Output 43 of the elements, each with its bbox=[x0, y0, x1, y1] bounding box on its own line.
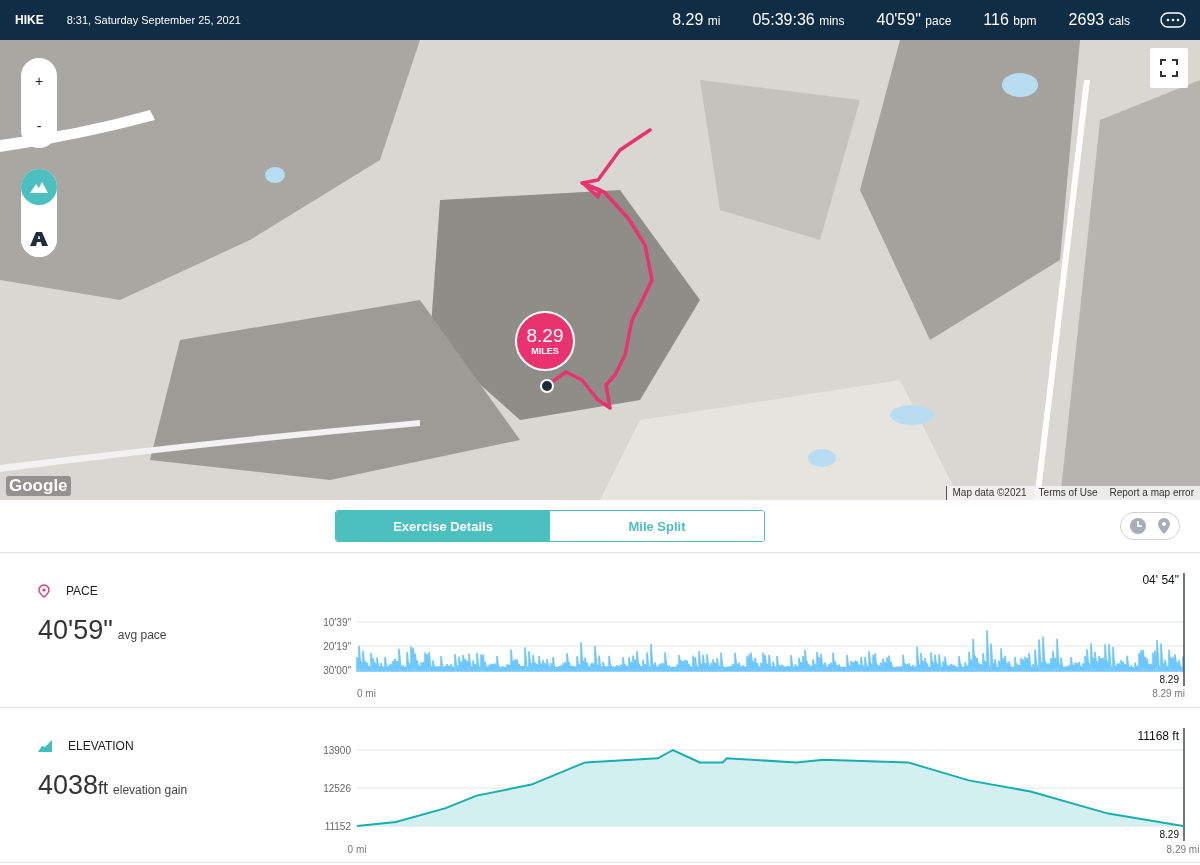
stat-value: 116 bpm bbox=[983, 11, 1037, 29]
current-pace: 04' 54" bbox=[1142, 573, 1179, 587]
avg-pace-value: 40'59" bbox=[38, 615, 113, 646]
elevation-icon bbox=[38, 740, 52, 752]
stat-value: 40'59" pace bbox=[876, 11, 952, 29]
axis-tick: 0 mi bbox=[347, 844, 367, 855]
marker-unit: MILES bbox=[531, 346, 559, 356]
activity-date: 8:31, Saturday September 25, 2021 bbox=[66, 14, 241, 26]
marker-value: 8.29 bbox=[526, 326, 564, 346]
current-elevation: 11168 ft bbox=[1137, 729, 1179, 743]
axis-tick: 13900 bbox=[323, 745, 351, 756]
axis-tick: 10'39" bbox=[323, 617, 351, 628]
mountain-icon bbox=[30, 181, 48, 193]
more-icon bbox=[1160, 12, 1186, 28]
map-logo: Google bbox=[6, 476, 71, 496]
axis-tick: 12526 bbox=[323, 783, 351, 794]
avg-pace-caption: avg pace bbox=[117, 628, 167, 642]
elevation-gain-caption: elevation gain bbox=[113, 783, 188, 797]
axis-tick: 0 mi bbox=[357, 688, 376, 699]
section-label: PACE bbox=[66, 584, 98, 598]
section-label: ELEVATION bbox=[68, 739, 134, 753]
stat-value: 05:39:36 mins bbox=[752, 11, 845, 29]
zoom-in-button[interactable]: + bbox=[21, 58, 57, 103]
fullscreen-icon bbox=[1160, 59, 1178, 77]
current-position: 8.29 bbox=[1159, 829, 1179, 840]
map-data-text: Map data ©2021 bbox=[952, 487, 1027, 498]
axis-tick: 8.29 mi bbox=[1152, 688, 1185, 699]
map-link[interactable]: Terms of Use bbox=[1038, 487, 1098, 498]
stat-value: 2693 cals bbox=[1068, 11, 1130, 29]
axis-tick: 30'00" bbox=[323, 665, 351, 676]
axis-tick: 8.29 mi bbox=[1166, 844, 1200, 855]
axis-tick: 11152 bbox=[324, 821, 351, 832]
road-icon bbox=[30, 232, 48, 246]
current-position: 8.29 bbox=[1159, 674, 1179, 685]
activity-type: HIKE bbox=[15, 13, 44, 27]
stat-value: 8.29 mi bbox=[672, 11, 721, 29]
axis-tick: 20'19" bbox=[323, 641, 351, 652]
zoom-out-button[interactable]: - bbox=[21, 103, 57, 148]
map-link[interactable]: Report a map error bbox=[1109, 487, 1194, 498]
elevation-gain-value: 4038ft bbox=[38, 770, 109, 801]
more-button[interactable] bbox=[1160, 12, 1186, 28]
fullscreen-button[interactable] bbox=[1150, 48, 1188, 88]
location-pin-icon bbox=[38, 584, 50, 598]
